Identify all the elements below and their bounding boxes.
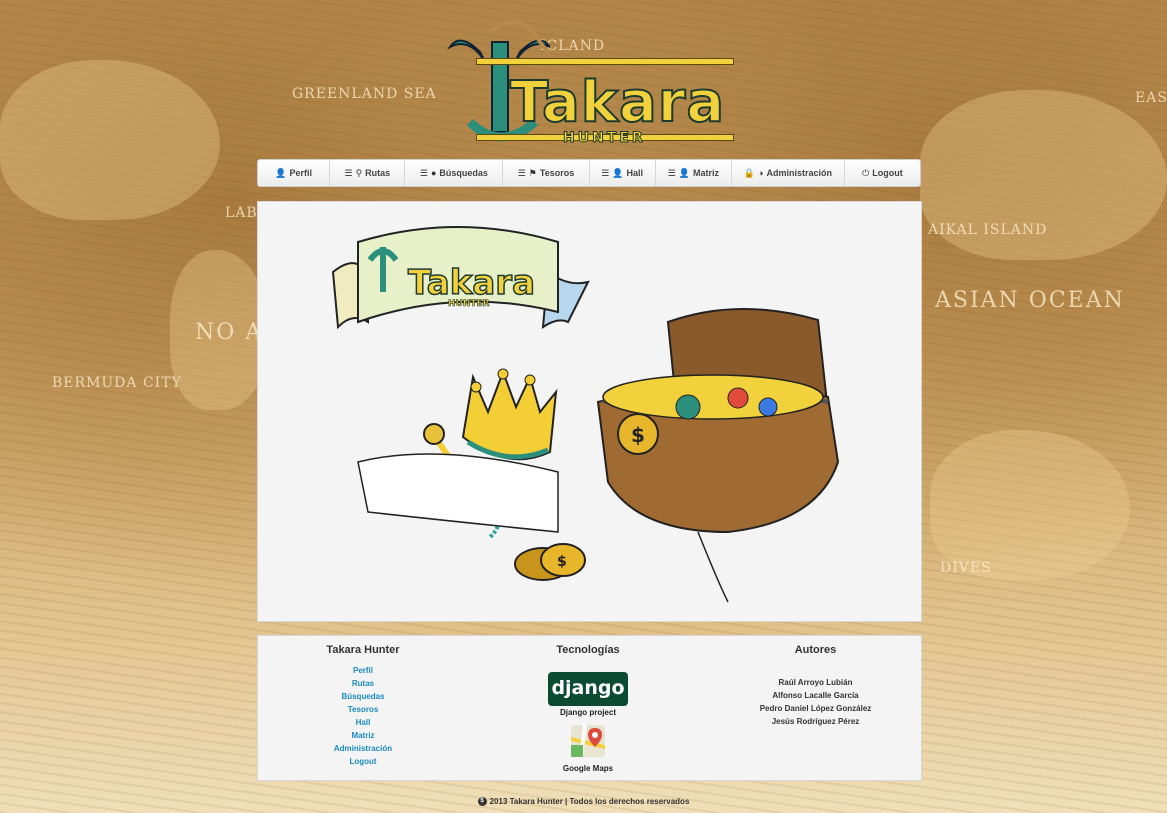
- author-name: Raúl Arroyo Lubián: [778, 678, 853, 687]
- nav-matriz[interactable]: ☰ 👤 Matriz: [656, 160, 732, 186]
- dollar-coin-icon: $: [477, 797, 487, 807]
- main-navbar: 👤 Perfil ☰ ⚲ Rutas ☰ ● Búsquedas ☰ ⚑ Tes…: [257, 159, 921, 187]
- crown-illustration: [357, 368, 559, 539]
- nav-hall[interactable]: ☰ 👤 Hall: [590, 160, 656, 186]
- power-icon: ⏻: [862, 167, 870, 178]
- django-caption: Django project: [559, 708, 616, 717]
- footer-link-busquedas[interactable]: Búsquedas: [258, 690, 468, 703]
- hero-panel: Takara HUNTER $ $: [257, 201, 922, 622]
- footer-column-authors: Autores Raúl Arroyo Lubián Alfonso Lacal…: [713, 644, 918, 728]
- footer-link-logout[interactable]: Logout: [258, 755, 468, 768]
- map-label-east: EAST: [1135, 90, 1167, 106]
- list-icon: ☰: [601, 167, 610, 178]
- map-label-asian-ocean: ASIAN OCEAN: [935, 288, 1125, 313]
- copyright-text: 2013 Takara Hunter | Todos los derechos …: [489, 797, 690, 806]
- nav-label: Hall: [626, 168, 644, 178]
- author-name: Pedro Daniel López González: [759, 704, 872, 713]
- nav-perfil[interactable]: 👤 Perfil: [258, 160, 331, 186]
- nav-administracion[interactable]: 🔒 ◑ Administración: [732, 160, 845, 186]
- map-marker-icon: ⚲: [355, 167, 363, 178]
- django-link[interactable]: django Django project: [488, 672, 688, 717]
- coins-illustration: $: [514, 543, 586, 581]
- google-maps-link[interactable]: Google Maps: [488, 725, 688, 773]
- banner-wordmark: Takara: [408, 263, 535, 303]
- footer-column-title: Tecnologías: [556, 644, 620, 656]
- footer-link-administracion[interactable]: Administración: [258, 742, 468, 755]
- banner-ribbon: Takara HUNTER: [331, 226, 590, 330]
- map-label-aikal: AIKAL ISLAND: [928, 222, 1048, 238]
- nav-label: Tesoros: [539, 168, 575, 178]
- footer-link-matriz[interactable]: Matriz: [258, 729, 468, 742]
- footer-link-hall[interactable]: Hall: [258, 716, 468, 729]
- site-logo[interactable]: Takara HUNTER: [440, 12, 740, 152]
- list-icon: ☰: [517, 167, 526, 178]
- google-maps-caption: Google Maps: [562, 764, 614, 773]
- user-icon: 👤: [612, 167, 624, 178]
- nav-label: Rutas: [365, 168, 391, 178]
- footer-link-perfil[interactable]: Perfil: [258, 664, 468, 677]
- django-logo: django: [548, 672, 628, 706]
- banner-subtitle: HUNTER: [448, 299, 490, 309]
- flag-icon: ⚑: [528, 167, 537, 178]
- list-icon: ☰: [667, 167, 676, 178]
- nav-label: Logout: [872, 168, 903, 178]
- author-name: Alfonso Lacalle García: [772, 691, 859, 700]
- footer-link-rutas[interactable]: Rutas: [258, 677, 468, 690]
- footer-column-site: Takara Hunter Perfil Rutas Búsquedas Tes…: [258, 644, 468, 768]
- map-label-bermuda: BERMUDA CITY: [52, 375, 182, 391]
- nav-logout[interactable]: ⏻ Logout: [845, 160, 920, 186]
- logo-subtitle: HUNTER: [563, 130, 646, 147]
- map-label-lab: LAB: [225, 205, 258, 221]
- nav-label: Búsquedas: [439, 168, 488, 178]
- nav-label: Perfil: [289, 168, 312, 178]
- nav-busquedas[interactable]: ☰ ● Búsquedas: [405, 160, 504, 186]
- author-name: Jesús Rodríguez Pérez: [771, 717, 860, 726]
- nav-label: Administración: [766, 168, 832, 178]
- globe-icon: ●: [430, 168, 437, 178]
- logo-wordmark: Takara: [509, 69, 726, 136]
- user-icon: 👤: [275, 167, 287, 178]
- list-icon: ☰: [419, 167, 428, 178]
- nav-rutas[interactable]: ☰ ⚲ Rutas: [330, 160, 406, 186]
- footer-column-title: Takara Hunter: [326, 644, 400, 656]
- half-circle-icon: ◑: [758, 168, 764, 178]
- svg-text:$: $: [557, 554, 567, 570]
- user-icon: 👤: [678, 167, 691, 178]
- list-icon: ☰: [344, 167, 353, 178]
- lock-icon: 🔒: [743, 167, 756, 178]
- google-maps-icon: [571, 725, 605, 757]
- footer-link-tesoros[interactable]: Tesoros: [258, 703, 468, 716]
- copyright-line: $2013 Takara Hunter | Todos los derechos…: [0, 797, 1167, 807]
- treasure-chest-illustration: $: [596, 307, 840, 603]
- map-label-dives: DIVES: [940, 560, 992, 576]
- nav-tesoros[interactable]: ☰ ⚑ Tesoros: [503, 160, 590, 186]
- footer-column-title: Autores: [794, 644, 837, 656]
- nav-label: Matriz: [693, 168, 720, 178]
- treasure-illustration: Takara HUNTER $ $: [331, 226, 840, 603]
- footer-panel: Takara Hunter Perfil Rutas Búsquedas Tes…: [257, 635, 922, 781]
- footer-column-tech: Tecnologías django Django project Google…: [488, 644, 688, 773]
- svg-text:$: $: [631, 423, 645, 447]
- map-label-greenland: GREENLAND SEA: [292, 86, 437, 102]
